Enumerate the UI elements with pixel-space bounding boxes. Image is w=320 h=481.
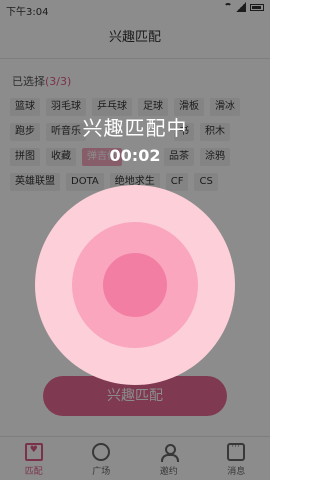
matching-title: 兴趣匹配中 <box>82 116 188 140</box>
matching-overlay[interactable]: 兴趣匹配中 00:02 <box>0 0 270 480</box>
ripple-inner <box>103 253 167 317</box>
app-screen: 下午3:04 兴趣匹配 已选择(3/3) 篮球 羽毛球 乒乓球 足球 滑板 滑冰… <box>0 0 270 481</box>
matching-timer: 00:02 <box>109 146 161 165</box>
